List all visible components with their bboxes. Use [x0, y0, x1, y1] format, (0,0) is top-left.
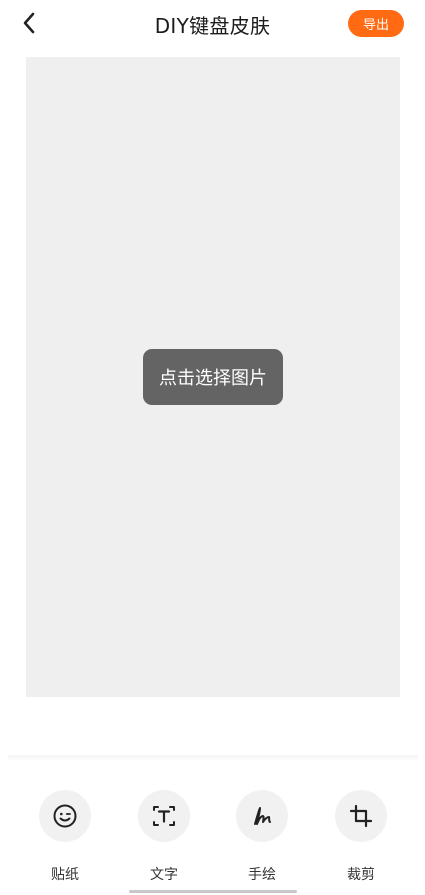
crop-icon	[349, 804, 373, 828]
smiley-sticker-icon	[53, 804, 77, 828]
tool-crop[interactable]: 裁剪	[331, 790, 391, 884]
tool-sticker[interactable]: 贴纸	[35, 790, 95, 884]
tool-text-label: 文字	[150, 867, 178, 883]
tool-draw-circle	[236, 790, 288, 842]
tool-sticker-label: 贴纸	[51, 867, 79, 883]
handwriting-icon	[254, 807, 271, 825]
tool-text[interactable]: 文字	[134, 790, 194, 884]
select-image-button[interactable]: 点击选择图片	[143, 349, 283, 405]
home-indicator	[129, 890, 297, 893]
tool-sticker-circle	[39, 790, 91, 842]
top-bar: DIY键盘皮肤 导出	[0, 0, 425, 48]
tool-crop-label: 裁剪	[347, 867, 375, 883]
export-button[interactable]: 导出	[348, 10, 404, 37]
text-frame-icon	[153, 806, 175, 826]
divider	[8, 755, 418, 761]
skin-canvas[interactable]: 点击选择图片	[26, 57, 400, 697]
edit-toolbar: 贴纸 文字 手绘 裁剪	[0, 790, 425, 890]
tool-text-circle	[138, 790, 190, 842]
tool-draw[interactable]: 手绘	[232, 790, 292, 884]
tool-draw-label: 手绘	[248, 867, 276, 883]
tool-crop-circle	[335, 790, 387, 842]
